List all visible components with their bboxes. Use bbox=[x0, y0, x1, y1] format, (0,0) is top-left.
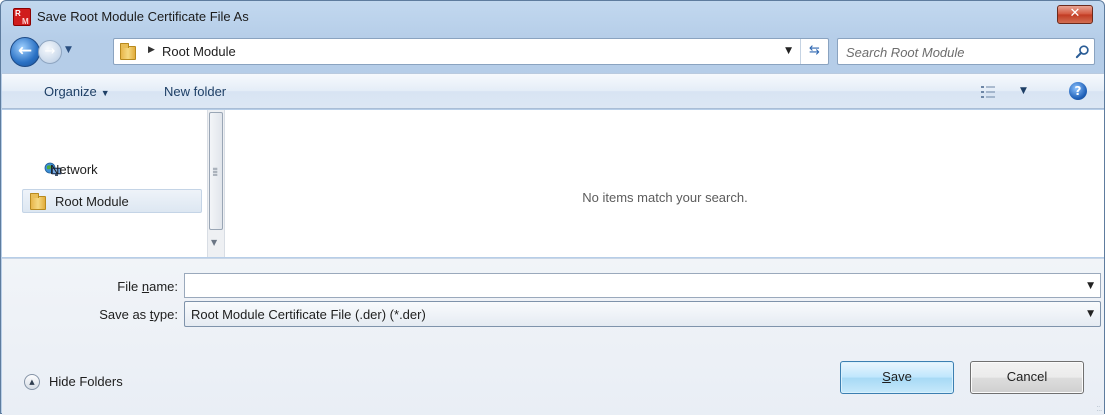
file-name-combobox[interactable]: ▼ bbox=[184, 273, 1101, 298]
folder-icon bbox=[120, 43, 136, 60]
organize-button[interactable]: Organize ▼ bbox=[44, 84, 110, 99]
scroll-grip-icon: ═ ═ ═ bbox=[213, 165, 218, 179]
address-dropdown-icon[interactable]: ▼ bbox=[785, 46, 792, 56]
save-label-rest: ave bbox=[890, 369, 912, 384]
file-name-label-part: ame: bbox=[149, 279, 178, 294]
refresh-button[interactable]: ⇆ bbox=[800, 39, 828, 64]
scroll-thumb[interactable]: ═ ═ ═ bbox=[209, 112, 223, 230]
help-icon[interactable]: ? bbox=[1069, 82, 1087, 100]
nav-item-root-module[interactable]: Root Module bbox=[22, 189, 202, 213]
title-bar[interactable]: R M Save Root Module Certificate File As… bbox=[1, 1, 1104, 33]
address-bar[interactable]: ▶ Root Module ▼ ⇆ bbox=[113, 38, 829, 65]
file-name-label: File name: bbox=[8, 279, 178, 294]
search-icon[interactable] bbox=[1075, 44, 1090, 59]
collapse-up-icon: ▲ bbox=[24, 374, 40, 390]
save-button[interactable]: Save bbox=[840, 361, 954, 394]
save-as-type-label: Save as type: bbox=[8, 307, 178, 322]
save-dialog-window: R M Save Root Module Certificate File As… bbox=[0, 0, 1105, 415]
save-accel-key: S bbox=[882, 369, 891, 384]
recent-locations-dropdown[interactable]: ▼ bbox=[65, 45, 72, 55]
file-name-label-part: File bbox=[117, 279, 142, 294]
resize-grip-icon[interactable]: . .. . . bbox=[1096, 403, 1101, 413]
command-toolbar: Organize ▼ New folder ▼ ? bbox=[2, 73, 1104, 109]
save-form: File name: ▼ Save as type: Root Module C… bbox=[2, 258, 1104, 415]
browser-content: Network Root Module ═ ═ ═ ▼ No items match… bbox=[2, 110, 1104, 257]
back-arrow-icon: ← bbox=[17, 41, 33, 61]
cancel-button[interactable]: Cancel bbox=[970, 361, 1084, 394]
breadcrumb-root-module[interactable]: Root Module bbox=[162, 44, 236, 59]
nav-item-label: Network bbox=[50, 162, 98, 177]
chevron-down-icon[interactable]: ▼ bbox=[1087, 281, 1094, 291]
save-as-type-select[interactable]: Root Module Certificate File (.der) (*.d… bbox=[184, 301, 1101, 327]
search-box[interactable] bbox=[837, 38, 1095, 65]
back-button[interactable]: ← bbox=[10, 37, 40, 67]
forward-arrow-icon: → bbox=[44, 44, 56, 59]
address-row: ← → ▼ ▶ Root Module ▼ ⇆ bbox=[1, 34, 1104, 72]
app-icon-letter-m: M bbox=[22, 17, 29, 26]
save-type-label-part: ype: bbox=[153, 307, 178, 322]
view-options-caret-icon[interactable]: ▼ bbox=[1020, 86, 1027, 96]
file-list-pane[interactable]: No items match your search. bbox=[226, 110, 1104, 257]
file-name-input[interactable] bbox=[189, 277, 1069, 295]
close-button[interactable]: ✕ bbox=[1057, 5, 1093, 24]
change-view-icon[interactable] bbox=[980, 85, 996, 99]
folder-icon bbox=[30, 193, 46, 210]
forward-button[interactable]: → bbox=[38, 40, 62, 64]
navigation-scrollbar[interactable]: ═ ═ ═ ▼ bbox=[207, 110, 225, 257]
hide-folders-label: Hide Folders bbox=[49, 374, 123, 389]
save-type-label-part: Save as bbox=[99, 307, 150, 322]
new-folder-button[interactable]: New folder bbox=[164, 84, 226, 99]
empty-results-message: No items match your search. bbox=[582, 190, 748, 205]
nav-item-label: Root Module bbox=[55, 194, 129, 209]
search-input[interactable] bbox=[846, 43, 1056, 61]
navigation-pane: Network Root Module bbox=[2, 110, 207, 257]
file-name-accel-key: n bbox=[141, 279, 150, 294]
organize-label: Organize bbox=[44, 84, 97, 99]
organize-caret-icon: ▼ bbox=[100, 88, 110, 98]
refresh-icon: ⇆ bbox=[809, 43, 820, 58]
nav-item-network[interactable]: Network bbox=[22, 158, 202, 182]
window-title: Save Root Module Certificate File As bbox=[37, 9, 249, 24]
app-icon: R M bbox=[13, 8, 31, 26]
save-as-type-value: Root Module Certificate File (.der) (*.d… bbox=[191, 307, 426, 322]
scroll-down-arrow-icon[interactable]: ▼ bbox=[211, 238, 217, 247]
close-icon: ✕ bbox=[1069, 6, 1081, 21]
breadcrumb-separator-icon[interactable]: ▶ bbox=[148, 45, 155, 55]
chevron-down-icon[interactable]: ▼ bbox=[1087, 309, 1094, 319]
